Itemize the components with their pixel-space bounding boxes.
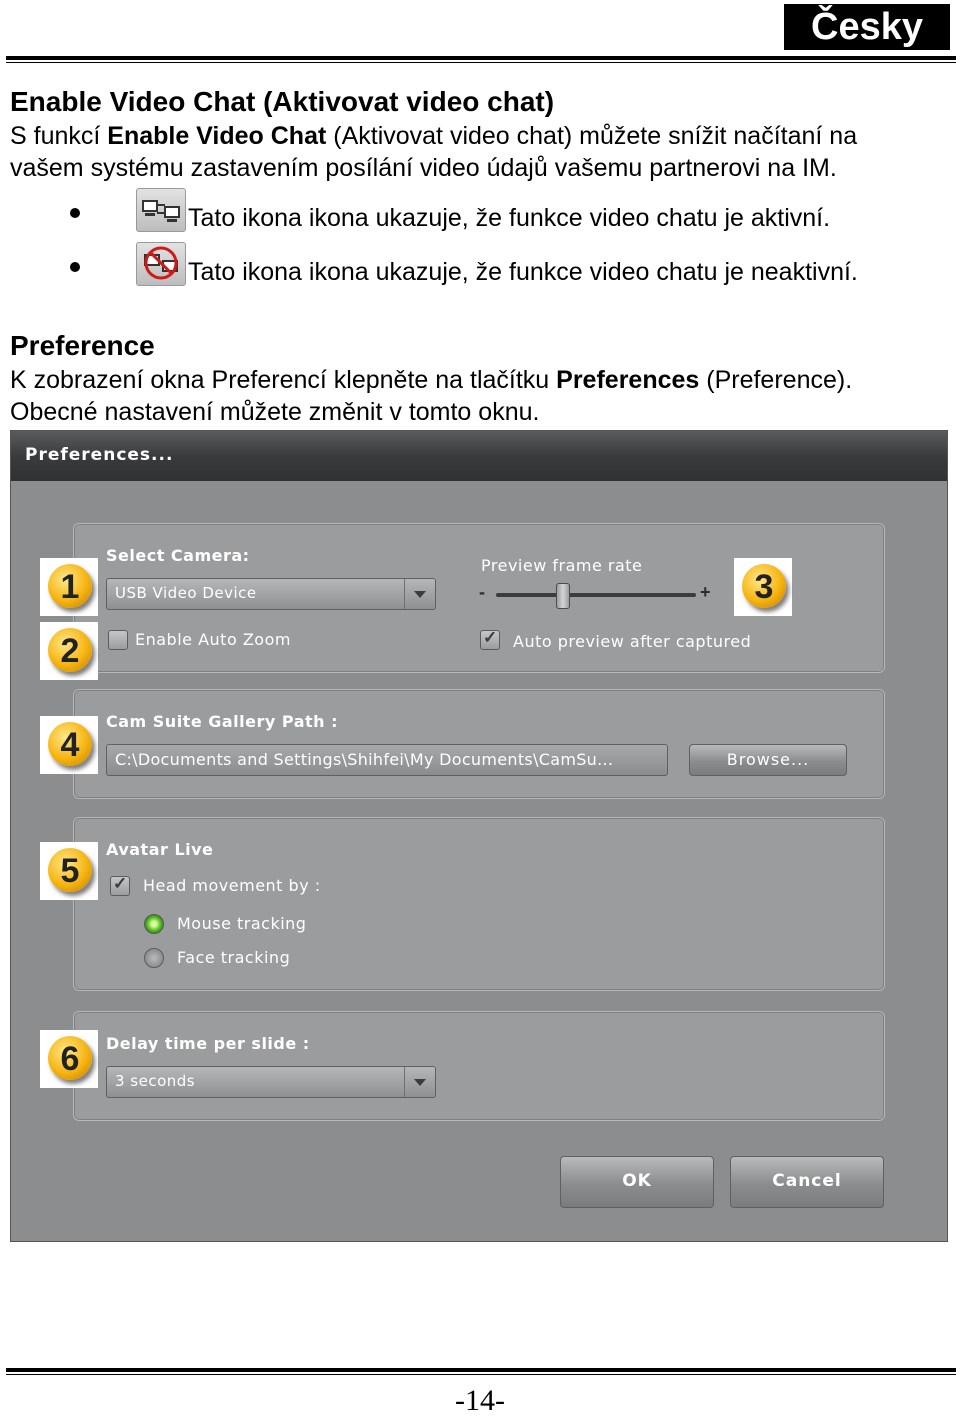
camera-select-value: USB Video Device xyxy=(115,584,257,602)
chevron-down-icon xyxy=(404,1067,435,1097)
window-title: Preferences... xyxy=(25,445,174,465)
slider-minus-sign: - xyxy=(479,582,485,602)
top-rule xyxy=(6,56,956,60)
callout-number: 5 xyxy=(60,852,80,890)
bullet-dot xyxy=(70,208,80,218)
section-title-preference: Preference xyxy=(10,330,155,361)
para-text: (Aktivovat video chat) můžete snížit nač… xyxy=(326,122,858,150)
ok-button[interactable]: OK xyxy=(560,1156,714,1208)
language-badge: Česky xyxy=(784,4,950,50)
mouse-tracking-radio[interactable] xyxy=(144,914,164,934)
avatar-live-group: Avatar Live Head movement by : Mouse tra… xyxy=(73,817,885,991)
callout-5: 5 xyxy=(40,842,98,900)
delay-select-value: 3 seconds xyxy=(115,1072,196,1090)
bullet-text: Tato ikona ikona ukazuje, že funkce vide… xyxy=(188,204,831,232)
head-movement-checkbox[interactable] xyxy=(110,874,130,896)
callout-2: 2 xyxy=(40,622,98,680)
bottom-rule-thin xyxy=(6,1374,956,1375)
page-number: -14- xyxy=(455,1384,505,1417)
avatar-live-label: Avatar Live xyxy=(106,840,214,859)
callout-6: 6 xyxy=(40,1030,98,1088)
camera-select[interactable]: USB Video Device xyxy=(106,578,436,610)
enable-auto-zoom-label: Enable Auto Zoom xyxy=(135,630,291,649)
browse-button-label: Browse... xyxy=(726,750,810,769)
section-preference-paragraph: K zobrazení okna Preferencí klepněte na … xyxy=(10,364,852,428)
callout-3: 3 xyxy=(734,558,792,616)
mouse-tracking-label: Mouse tracking xyxy=(177,914,307,933)
callout-number: 4 xyxy=(60,726,80,764)
bullet-dot xyxy=(70,262,80,272)
callout-4: 4 xyxy=(40,716,98,774)
callout-number: 3 xyxy=(754,568,774,606)
cancel-button[interactable]: Cancel xyxy=(730,1156,884,1208)
head-movement-label: Head movement by : xyxy=(143,876,321,895)
face-tracking-label: Face tracking xyxy=(177,948,291,967)
auto-preview-checkbox[interactable] xyxy=(480,628,500,650)
para-bold: Preferences xyxy=(556,366,700,394)
callout-1: 1 xyxy=(40,558,98,616)
callout-number: 1 xyxy=(60,568,80,606)
para-text: Obecné nastavení můžete změnit v tomto o… xyxy=(10,398,540,426)
chevron-down-icon xyxy=(404,579,435,609)
delay-group: Delay time per slide : 3 seconds xyxy=(73,1011,885,1121)
preview-frame-rate-slider[interactable] xyxy=(496,593,696,597)
slider-thumb[interactable] xyxy=(556,583,570,609)
slider-plus-sign: + xyxy=(700,582,711,602)
preview-frame-rate-label: Preview frame rate xyxy=(481,556,643,575)
callout-number: 6 xyxy=(60,1040,80,1078)
bottom-rule xyxy=(6,1368,956,1372)
video-chat-inactive-icon xyxy=(136,242,186,286)
gallery-path-field[interactable]: C:\Documents and Settings\Shihfei\My Doc… xyxy=(106,744,668,776)
section-title-video-chat: Enable Video Chat (Aktivovat video chat) xyxy=(10,86,555,117)
delay-select[interactable]: 3 seconds xyxy=(106,1066,436,1098)
para-text: K zobrazení okna Preferencí klepněte na … xyxy=(10,366,557,394)
para-text: (Preference). xyxy=(699,366,853,394)
bullet-text: Tato ikona ikona ukazuje, že funkce vide… xyxy=(188,258,858,286)
browse-button[interactable]: Browse... xyxy=(689,744,847,776)
enable-auto-zoom-checkbox[interactable] xyxy=(108,630,128,650)
para-text: vašem systému zastavením posílání video … xyxy=(10,154,837,182)
video-chat-active-icon xyxy=(136,188,186,232)
callout-number: 2 xyxy=(60,632,80,670)
top-rule-thin xyxy=(6,62,956,63)
preferences-window: Preferences... Select Camera: USB Video … xyxy=(10,430,948,1242)
select-camera-label: Select Camera: xyxy=(106,546,250,565)
window-titlebar: Preferences... xyxy=(11,431,947,481)
gallery-path-value: C:\Documents and Settings\Shihfei\My Doc… xyxy=(115,750,614,769)
face-tracking-radio[interactable] xyxy=(144,948,164,968)
auto-preview-label: Auto preview after captured xyxy=(513,632,752,651)
para-bold: Enable Video Chat xyxy=(107,122,327,150)
gallery-path-group: Cam Suite Gallery Path : C:\Documents an… xyxy=(73,689,885,799)
gallery-path-label: Cam Suite Gallery Path : xyxy=(106,712,338,731)
ok-button-label: OK xyxy=(622,1171,652,1191)
cancel-button-label: Cancel xyxy=(772,1171,842,1191)
delay-label: Delay time per slide : xyxy=(106,1034,310,1053)
section-video-chat-paragraph: S funkcí Enable Video Chat (Aktivovat vi… xyxy=(10,120,857,184)
para-text: S funkcí xyxy=(10,122,108,150)
